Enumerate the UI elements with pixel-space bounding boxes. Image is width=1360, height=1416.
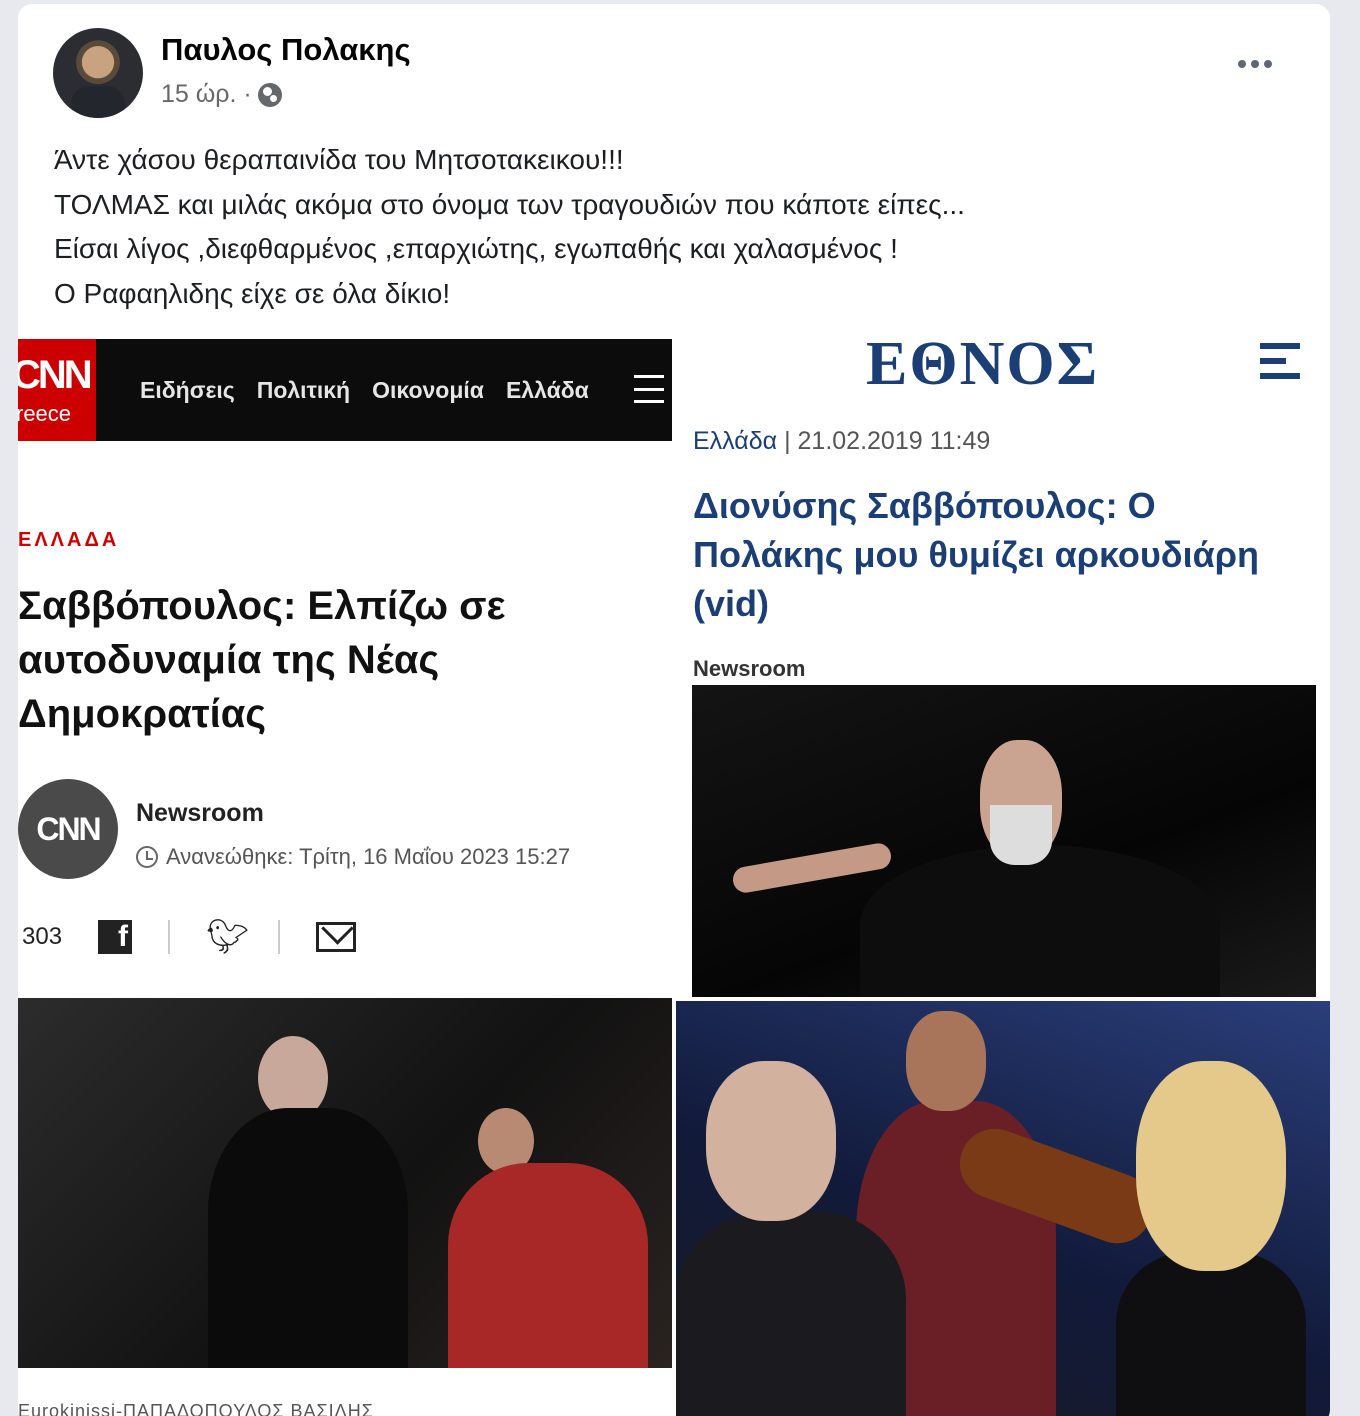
hamburger-icon: [634, 375, 664, 403]
divider: [168, 920, 171, 954]
globe-icon: [257, 82, 282, 107]
avatar[interactable]: [53, 28, 143, 118]
share-row: 303 f 🐦︎: [22, 917, 357, 957]
cnn-headline: Σαββόπουλος: Ελπίζω σε αυτοδυναμία της Ν…: [18, 584, 506, 736]
post-author[interactable]: Παυλος Πολακης: [161, 32, 411, 68]
cnn-photo-singer: [18, 998, 672, 1368]
ethnos-logo: ΕΘΝΟΣ: [866, 330, 1100, 398]
mail-icon: [316, 922, 357, 952]
image-collage[interactable]: CNN reece Ειδήσεις Πολιτική Οικονομία Ελ…: [18, 330, 1330, 1416]
divider: [278, 920, 281, 954]
more-icon[interactable]: [1238, 60, 1272, 68]
facebook-post: Παυλος Πολακης 15 ώρ. · Άντε χάσου θεραπ…: [18, 4, 1330, 1416]
share-count: 303: [22, 923, 63, 950]
post-meta: 15 ώρ. ·: [161, 80, 282, 109]
cnn-author-logo: CNN: [18, 779, 118, 879]
photo-caption: Eurokinissi-ΠΑΠΑΔΟΠΟΥΛΟΣ ΒΑΣΙΛΗΣ: [18, 1401, 374, 1416]
cnn-nav: Ειδήσεις Πολιτική Οικονομία Ελλάδα: [140, 377, 589, 404]
cnn-nav-item: Ειδήσεις: [140, 377, 235, 403]
facebook-icon: f: [98, 920, 133, 954]
cnn-nav-item: Ελλάδα: [505, 377, 589, 403]
ethnos-headline: Διονύσης Σαββόπουλος: Ο Πολάκης μου θυμί…: [693, 485, 1260, 624]
post-time[interactable]: 15 ώρ. ·: [161, 80, 252, 109]
cnn-updated-text: Ανανεώθηκε: Τρίτη, 16 Μαΐου 2023 15:27: [166, 844, 571, 869]
post-text: Άντε χάσου θεραπαινίδα του Μητσοτακεικου…: [54, 144, 965, 309]
ethnos-meta: Ελλάδα | 21.02.2019 11:49: [693, 427, 990, 456]
cnn-updated: Ανανεώθηκε: Τρίτη, 16 Μαΐου 2023 15:27: [136, 844, 570, 870]
ethnos-category: Ελλάδα: [693, 427, 778, 455]
menu-icon: [1260, 343, 1300, 379]
cnn-nav-item: Οικονομία: [372, 377, 484, 403]
ethnos-photo-singer: [692, 685, 1316, 997]
twitter-icon: 🐦︎: [206, 918, 250, 956]
clock-icon: [136, 846, 158, 868]
cnn-header: CNN reece Ειδήσεις Πολιτική Οικονομία Ελ…: [18, 339, 672, 441]
cnn-logo: CNN reece: [18, 339, 96, 441]
concert-photo: [676, 1001, 1330, 1416]
ethnos-date: | 21.02.2019 11:49: [777, 427, 991, 455]
ethnos-author: Newsroom: [693, 656, 806, 681]
cnn-section-label: ΕΛΛΑΔΑ: [18, 529, 120, 551]
cnn-author: Newsroom: [136, 799, 264, 827]
cnn-nav-item: Πολιτική: [256, 377, 351, 403]
